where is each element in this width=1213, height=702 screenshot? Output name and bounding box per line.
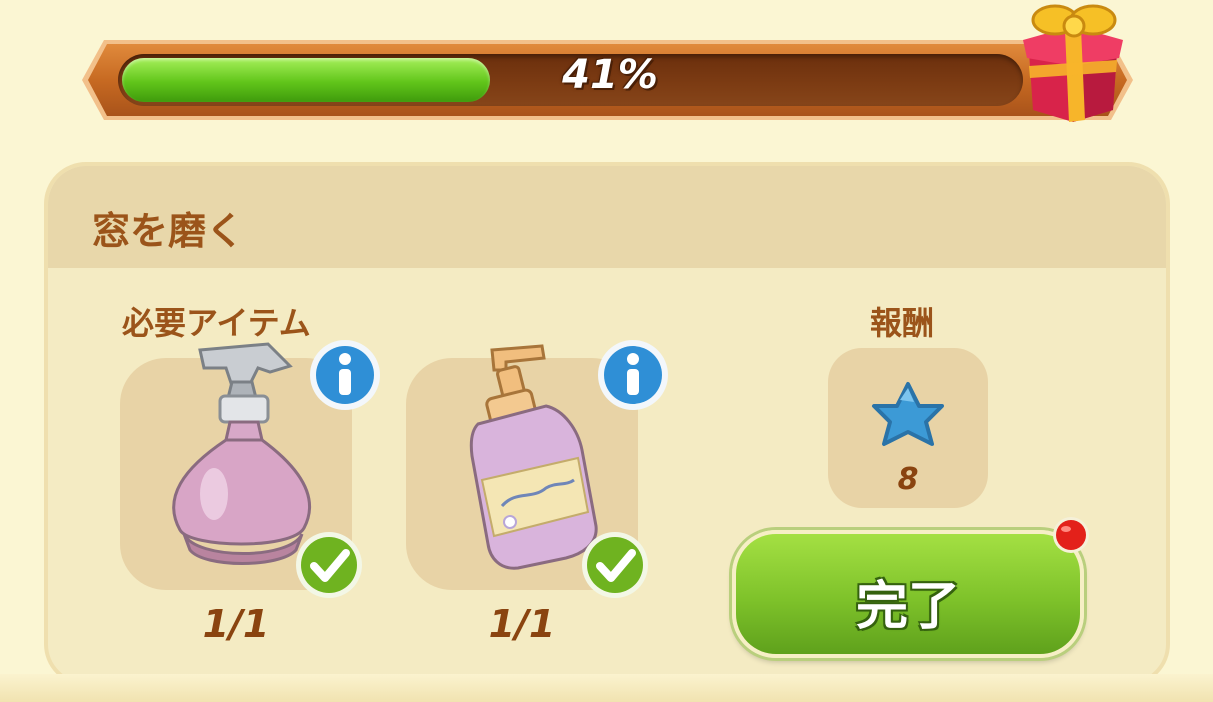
info-icon[interactable] xyxy=(596,338,670,412)
task-panel: 窓を磨く 必要アイテム 報酬 1/1 1/1 8 完了 xyxy=(44,162,1170,686)
task-title: 窓を磨く xyxy=(92,209,245,253)
item-count: 1/1 xyxy=(488,602,556,646)
reward-label: 報酬 xyxy=(870,304,935,342)
check-icon xyxy=(296,532,362,598)
item-count: 1/1 xyxy=(202,602,270,646)
progress-percent: 41% xyxy=(562,52,658,98)
check-icon xyxy=(582,532,648,598)
reward-amount: 8 xyxy=(897,462,919,497)
notification-dot xyxy=(1053,517,1089,553)
complete-button[interactable]: 完了 xyxy=(732,530,1084,658)
panel-header: 窓を磨く xyxy=(48,166,1166,268)
progress-fill xyxy=(122,58,490,102)
info-icon[interactable] xyxy=(308,338,382,412)
gift-box-icon[interactable] xyxy=(1015,0,1125,122)
bottom-strip xyxy=(0,674,1213,702)
complete-button-label: 完了 xyxy=(855,577,960,637)
